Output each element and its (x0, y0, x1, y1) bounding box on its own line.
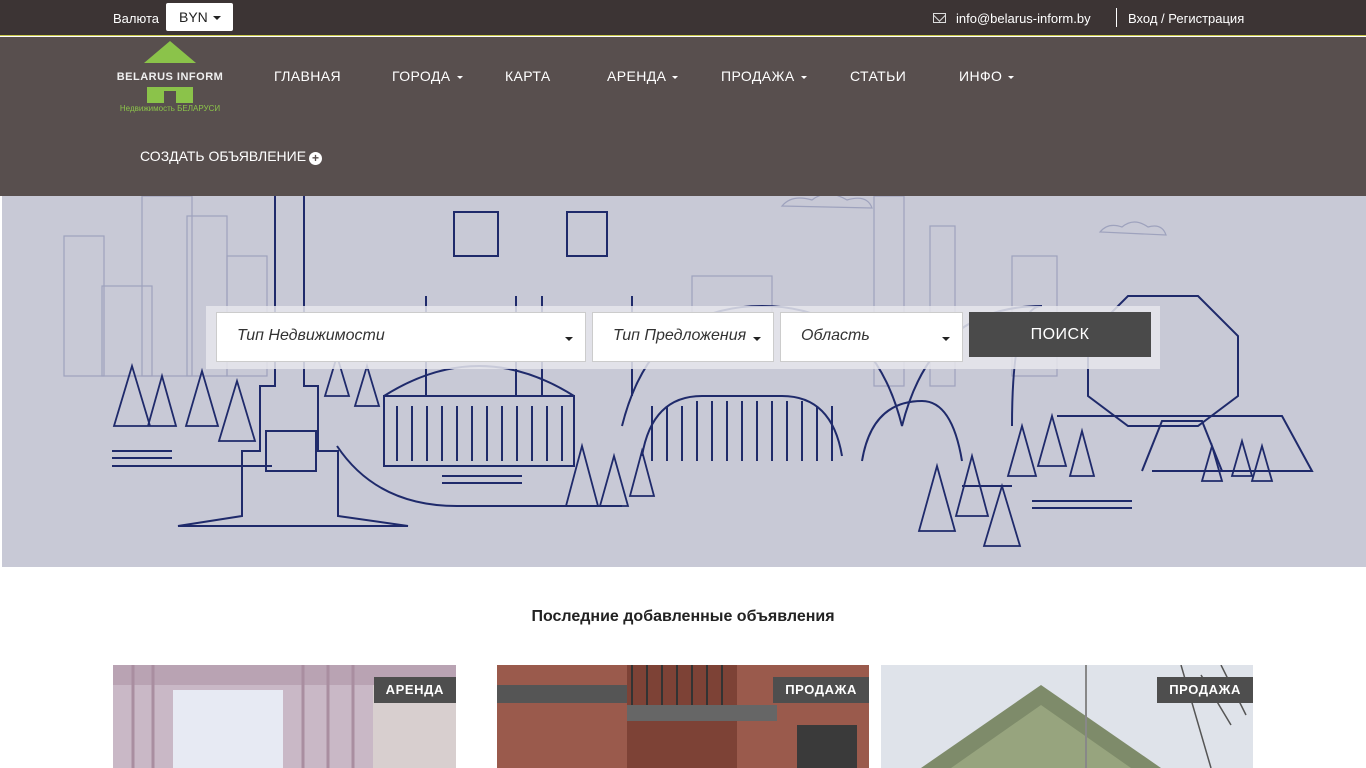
plus-circle-icon: + (309, 152, 323, 165)
listing-card[interactable]: ПРОДАЖА (497, 665, 869, 768)
dropdown-caret-icon (456, 75, 463, 79)
offer-type-value: Тип Предложения (613, 327, 747, 344)
listing-badge: ПРОДАЖА (1157, 677, 1253, 703)
nav-item-cities[interactable]: ГОРОДА (392, 68, 463, 84)
nav-item-info[interactable]: ИНФО (959, 68, 1015, 84)
logo-house-icon (147, 87, 193, 103)
nav-item-articles[interactable]: СТАТЬИ (850, 68, 906, 84)
logo-roof-icon (144, 41, 196, 63)
nav-label: СТАТЬИ (850, 68, 907, 84)
create-ad-button[interactable]: СОЗДАТЬ ОБЪЯВЛЕНИЕ + (140, 148, 323, 165)
nav-label: КАРТА (505, 68, 551, 84)
property-type-select[interactable]: Тип Недвижимости (216, 312, 586, 362)
offer-type-select[interactable]: Тип Предложения (592, 312, 774, 362)
mail-icon (933, 13, 946, 23)
latest-listings-title: Последние добавленные объявления (531, 608, 835, 625)
nav-label: ГЛАВНАЯ (274, 68, 342, 84)
caret-down-icon (942, 337, 950, 341)
currency-value: BYN (179, 9, 208, 25)
dropdown-caret-icon (1008, 75, 1015, 79)
nav-item-map[interactable]: КАРТА (505, 68, 551, 84)
caret-down-icon (753, 337, 761, 341)
email-link[interactable]: info@belarus-inform.by (956, 11, 1091, 26)
currency-select[interactable]: BYN (166, 3, 233, 31)
site-logo[interactable]: BELARUS INFORM Недвижимость БЕЛАРУСИ (113, 41, 227, 113)
hero-banner (2, 196, 1366, 567)
main-header: BELARUS INFORM Недвижимость БЕЛАРУСИ ГЛА… (0, 37, 1366, 196)
search-panel: Тип Недвижимости Тип Предложения Область… (206, 306, 1160, 369)
city-skyline-illustration (63, 196, 1314, 547)
nav-label: ГОРОДА (392, 68, 451, 84)
nav-item-rent[interactable]: АРЕНДА (607, 68, 679, 84)
topbar-divider (1116, 8, 1117, 27)
currency-label: Валюта (113, 11, 159, 26)
region-value: Область (801, 327, 870, 344)
nav-label: АРЕНДА (607, 68, 667, 84)
listing-card[interactable]: АРЕНДА (113, 665, 456, 768)
listing-badge: АРЕНДА (373, 677, 456, 703)
nav-item-home[interactable]: ГЛАВНАЯ (274, 68, 341, 84)
nav-item-sale[interactable]: ПРОДАЖА (721, 68, 807, 84)
search-button[interactable]: ПОИСК (969, 312, 1151, 357)
create-ad-label: СОЗДАТЬ ОБЪЯВЛЕНИЕ (140, 148, 307, 164)
dropdown-caret-icon (800, 75, 807, 79)
nav-label: ПРОДАЖА (721, 68, 795, 84)
listing-badge: ПРОДАЖА (773, 677, 869, 703)
property-type-value: Тип Недвижимости (237, 327, 385, 344)
login-register-link[interactable]: Вход / Регистрация (1128, 11, 1244, 26)
caret-down-icon (565, 337, 573, 341)
caret-down-icon (213, 16, 221, 20)
logo-brand: BELARUS INFORM (116, 71, 224, 83)
logo-tagline: Недвижимость БЕЛАРУСИ (119, 104, 221, 113)
nav-label: ИНФО (959, 68, 1003, 84)
listing-card[interactable]: ПРОДАЖА (881, 665, 1253, 768)
dropdown-caret-icon (672, 75, 679, 79)
region-select[interactable]: Область (780, 312, 963, 362)
top-bar: Валюта BYN info@belarus-inform.by Вход /… (0, 0, 1366, 36)
